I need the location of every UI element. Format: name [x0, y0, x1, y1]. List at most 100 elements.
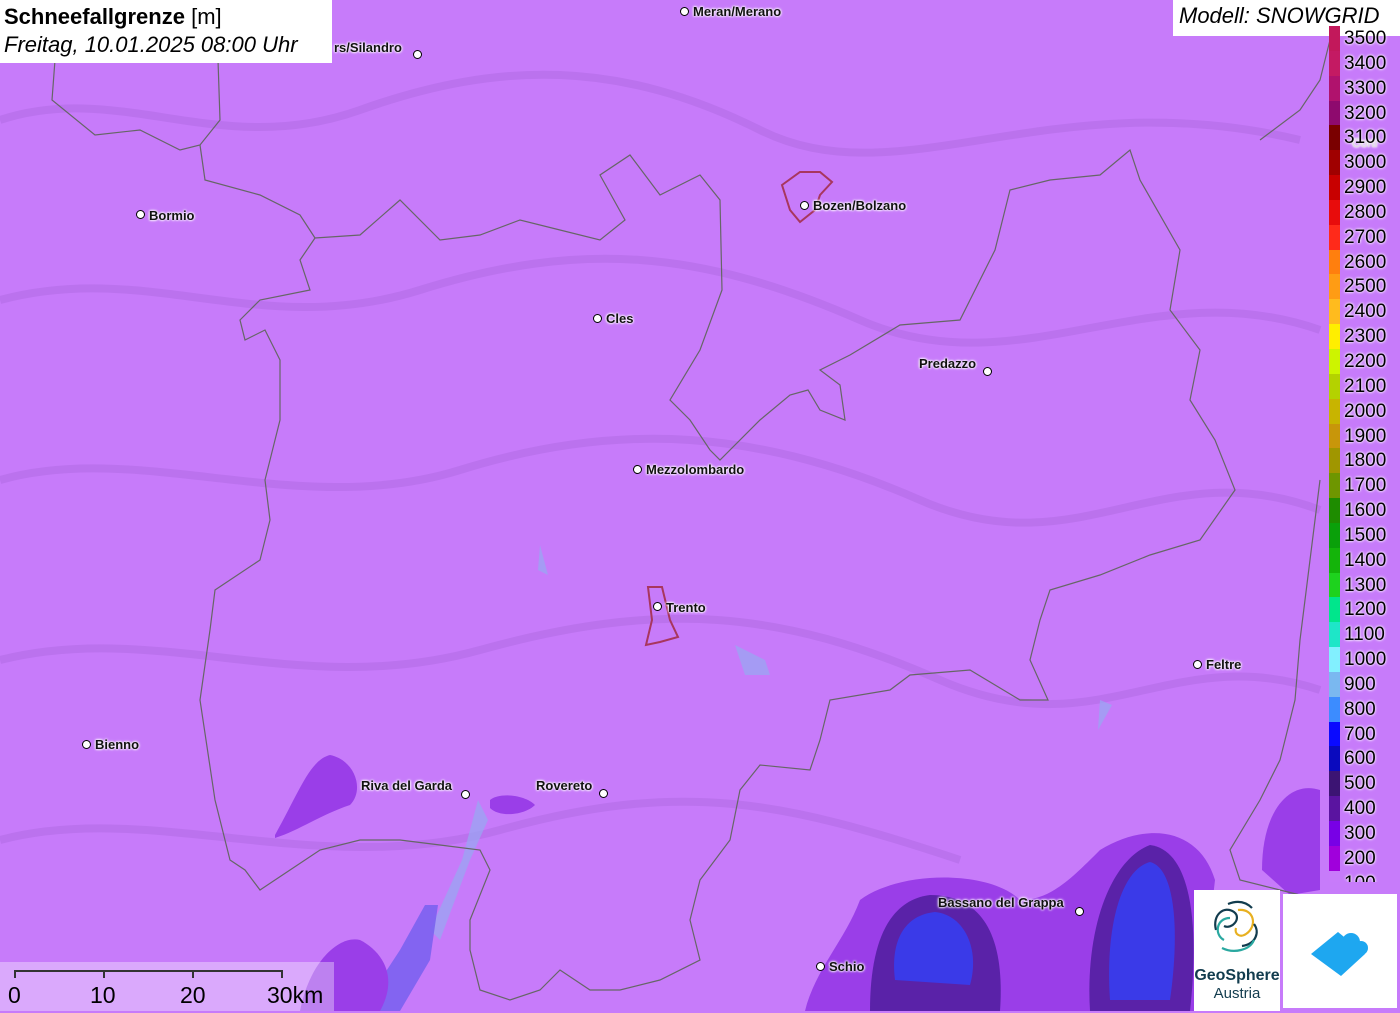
legend-swatch: [1329, 274, 1340, 300]
legend-label: 500: [1344, 773, 1376, 795]
legend-row: 2300: [1326, 324, 1400, 349]
legend-label: 2600: [1344, 251, 1387, 273]
legend-label: 3300: [1344, 77, 1387, 99]
legend-swatch: [1329, 100, 1340, 126]
map-unit: [m]: [191, 4, 222, 29]
legend-swatch: [1329, 498, 1340, 523]
legend-label: 2300: [1344, 326, 1387, 348]
legend-label: 1600: [1344, 500, 1387, 522]
legend-label: 700: [1344, 723, 1376, 745]
legend-swatch: [1329, 671, 1340, 697]
legend-row: 1300: [1326, 572, 1400, 598]
legend-row: 1100: [1326, 622, 1400, 648]
city-label-schio: Schio: [829, 959, 865, 974]
city-dot-bozen: [800, 201, 809, 210]
city-label-bassano: Bassano del Grappa: [938, 895, 1064, 910]
geosphere-name: GeoSphere: [1194, 967, 1280, 984]
legend-swatch: [1329, 821, 1340, 846]
legend-row: 2900: [1326, 175, 1400, 200]
legend-label: 2500: [1344, 276, 1387, 298]
legend-row: 1500: [1326, 522, 1400, 548]
city-label-silandro: rs/Silandro: [334, 40, 402, 55]
city-dot-mezzolombardo: [633, 465, 642, 474]
legend-swatch: [1329, 324, 1340, 349]
weather-app-logo[interactable]: [1283, 894, 1397, 1008]
legend-row: 1400: [1326, 547, 1400, 573]
map-canvas[interactable]: [0, 0, 1400, 1011]
city-dot-meran: [680, 7, 689, 16]
legend-row: 3400: [1326, 50, 1400, 76]
legend-label: 600: [1344, 748, 1376, 770]
geosphere-logo[interactable]: GeoSphere Austria: [1194, 890, 1280, 1011]
legend-swatch: [1329, 622, 1340, 648]
legend-row: 600: [1326, 746, 1400, 772]
geosphere-mark-icon: [1214, 900, 1258, 952]
scale-label-20: 20: [180, 982, 206, 1008]
scale-label-10: 10: [90, 982, 116, 1008]
city-dot-rovereto: [599, 789, 608, 798]
legend-row: 1700: [1326, 473, 1400, 499]
legend-swatch: [1329, 50, 1340, 76]
legend-row: 3000: [1326, 150, 1400, 176]
legend-label: 2700: [1344, 226, 1387, 248]
legend-row: 1200: [1326, 597, 1400, 623]
legend-swatch: [1329, 199, 1340, 225]
legend-row: 3100: [1326, 125, 1400, 151]
legend-label: 1900: [1344, 425, 1387, 447]
legend-swatch: [1329, 26, 1340, 51]
city-label-bozen: Bozen/Bolzano: [813, 198, 907, 213]
legend-row: 1800: [1326, 448, 1400, 474]
legend-label: 3000: [1344, 152, 1387, 174]
legend-label: 1000: [1344, 649, 1387, 671]
city-dot-cles: [593, 314, 602, 323]
city-dot-bormio: [136, 210, 145, 219]
city-dot-schio: [816, 962, 825, 971]
scale-tick: [14, 970, 16, 978]
scale-line: [14, 970, 282, 972]
city-label-bienno: Bienno: [95, 737, 140, 752]
legend-label: 1400: [1344, 549, 1387, 571]
legend-swatch: [1329, 746, 1340, 772]
legend-label: 1100: [1344, 624, 1385, 646]
legend-swatch: [1329, 249, 1340, 275]
legend-row: 1900: [1326, 423, 1400, 449]
city-label-bormio: Bormio: [149, 208, 195, 223]
city-label-feltre: Feltre: [1206, 657, 1242, 672]
legend-row: 700: [1326, 721, 1400, 747]
city-label-rovereto: Rovereto: [536, 778, 593, 793]
legend-row: 1600: [1326, 498, 1400, 523]
legend-swatch: [1329, 597, 1340, 623]
geosphere-sub: Austria: [1213, 985, 1261, 1002]
city-dot-riva: [461, 790, 470, 799]
legend-label: 2100: [1344, 375, 1387, 397]
legend-row: 2200: [1326, 348, 1400, 374]
legend-row: 1000: [1326, 647, 1400, 672]
legend-label: 200: [1344, 847, 1376, 869]
legend-label: 3100: [1344, 127, 1387, 149]
legend-label: 1800: [1344, 450, 1387, 472]
map-title-box: Schneefallgrenze [m] Freitag, 10.01.2025…: [0, 0, 332, 63]
legend-swatch: [1329, 696, 1340, 722]
legend-row: 3500: [1326, 26, 1400, 51]
legend-swatch: [1329, 721, 1340, 747]
legend-label: 400: [1344, 798, 1376, 820]
city-dot-silandro: [413, 50, 422, 59]
legend-label: 2900: [1344, 177, 1387, 199]
legend-swatch: [1329, 522, 1340, 548]
legend-swatch: [1329, 771, 1340, 797]
legend-row: 300: [1326, 821, 1400, 846]
weather-logo-icon: [1311, 932, 1368, 976]
legend-row: 100: [1326, 870, 1400, 882]
legend-swatch: [1329, 175, 1340, 200]
legend-label: 1300: [1344, 574, 1387, 596]
legend-swatch: [1329, 547, 1340, 573]
scale-label-30: 30km: [267, 982, 324, 1008]
city-label-predazzo: Predazzo: [919, 356, 977, 371]
legend-row: 2600: [1326, 249, 1400, 275]
city-dot-feltre: [1193, 660, 1202, 669]
legend-row: 3300: [1326, 75, 1400, 101]
legend-swatch: [1329, 348, 1340, 374]
legend-label: 900: [1344, 673, 1376, 695]
city-dot-bassano: [1075, 907, 1084, 916]
legend-label: 3400: [1344, 52, 1387, 74]
